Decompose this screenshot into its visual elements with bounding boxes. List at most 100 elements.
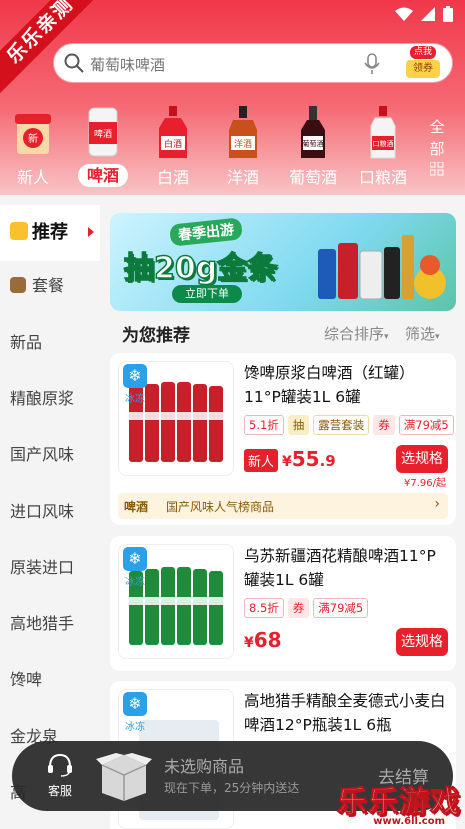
product-title[interactable]: 高地猎手精酿全麦德式小麦白啤酒12°P瓶装1L 6瓶 bbox=[244, 689, 450, 737]
product-title[interactable]: 乌苏新疆酒花精酿啤酒11°P罐装1L 6罐 bbox=[244, 544, 450, 592]
search-input[interactable]: 葡萄味啤酒 bbox=[90, 54, 165, 75]
sidebar-item-label: 国产风味 bbox=[10, 445, 75, 464]
coupon-bottom-label: 领券 bbox=[406, 60, 440, 78]
sidebar-item-label: 套餐 bbox=[32, 276, 65, 295]
active-arrow-icon bbox=[88, 227, 94, 237]
coupon-button[interactable]: 点我 领券 bbox=[404, 46, 442, 80]
sidebar-item-chanpi[interactable]: 馋啤 bbox=[0, 652, 100, 708]
category-label: 葡萄酒 bbox=[288, 168, 337, 187]
sidebar-item-label: 精酿原浆 bbox=[10, 389, 75, 408]
snowflake-icon: ❄ bbox=[123, 364, 147, 388]
all-categories-button[interactable]: 全部 bbox=[422, 116, 452, 182]
category-baijiu[interactable]: 白酒 白酒 bbox=[142, 100, 204, 190]
category-label: 啤酒 bbox=[78, 164, 128, 187]
frozen-badge: ❄ 冰冻 bbox=[121, 364, 149, 405]
site-url: www.6ll.com bbox=[373, 816, 445, 827]
header: 葡萄味啤酒 点我 领券 新 新人 啤酒 啤酒 白酒 白酒 洋酒 洋酒 葡萄酒 葡… bbox=[0, 0, 465, 195]
category-new[interactable]: 新 新人 bbox=[2, 100, 64, 190]
full-reduction-tag: 满79减5 bbox=[313, 598, 369, 618]
product-card[interactable]: ❄ 冰冻 馋啤原浆白啤酒（红罐）11°P罐装1L 6罐 5.1折 抽 露营套装 券… bbox=[110, 353, 456, 525]
filter-dropdown[interactable]: 筛选▾ bbox=[405, 323, 440, 344]
baijiu-bottle-icon: 白酒 bbox=[159, 106, 187, 158]
sidebar-item-highland[interactable]: 高地猎手 bbox=[0, 596, 100, 652]
category-label: 白酒 bbox=[156, 168, 189, 187]
discount-tag: 8.5折 bbox=[244, 598, 284, 618]
product-title[interactable]: 馋啤原浆白啤酒（红罐）11°P罐装1L 6罐 bbox=[244, 361, 450, 409]
promo-tags: 5.1折 抽 露营套装 券 满79减5 bbox=[244, 415, 454, 435]
snowflake-icon: ❄ bbox=[123, 547, 147, 571]
svg-text:新: 新 bbox=[28, 132, 38, 145]
select-spec-button[interactable]: 选规格 bbox=[396, 445, 448, 473]
promo-tags: 8.5折 券 满79减5 bbox=[244, 598, 369, 618]
headset-icon bbox=[48, 753, 72, 777]
svg-text:洋酒: 洋酒 bbox=[234, 138, 252, 150]
coupon-top-label: 点我 bbox=[410, 46, 436, 59]
svg-text:白酒: 白酒 bbox=[164, 138, 182, 150]
unit-price: ¥7.96/起 bbox=[404, 478, 446, 489]
sidebar-item-imported-flavor[interactable]: 进口风味 bbox=[0, 484, 100, 540]
product-image: ❄ 冰冻 bbox=[118, 544, 234, 659]
select-spec-button[interactable]: 选规格 bbox=[396, 628, 448, 656]
thumb-up-icon bbox=[10, 222, 28, 240]
sidebar-item-label: 高地猎手 bbox=[10, 614, 75, 633]
new-user-gift-icon: 新 bbox=[15, 114, 51, 154]
price: ¥68 bbox=[244, 628, 282, 652]
main-content: 春季出游 抽20g金条 立即下单 为您推荐 综合排序▾ 筛选▾ ❄ 冰冻 馋啤原… bbox=[100, 205, 465, 829]
cart-status: 未选购商品 bbox=[164, 757, 245, 776]
microphone-icon[interactable] bbox=[364, 53, 380, 75]
full-reduction-tag: 满79减5 bbox=[398, 415, 454, 435]
category-foreign-liquor[interactable]: 洋酒 洋酒 bbox=[212, 100, 274, 190]
category-wine[interactable]: 葡萄酒 葡萄酒 bbox=[282, 100, 344, 190]
sidebar-item-recommend[interactable]: 推荐 bbox=[0, 205, 100, 261]
ranking-bar[interactable]: 啤酒 国产风味人气榜商品 › bbox=[118, 493, 448, 519]
rank-text: 国产风味人气榜商品 bbox=[166, 500, 275, 514]
price-row: 新人 ¥55.9 bbox=[244, 447, 336, 472]
sidebar: 推荐 套餐 新品 精酿原浆 国产风味 进口风味 原装进口 高地猎手 馋啤 金龙泉… bbox=[0, 205, 100, 829]
banner-headline: 抽20g金条 bbox=[123, 250, 278, 287]
product-image: ❄ 冰冻 bbox=[118, 361, 234, 476]
category-daily-liquor[interactable]: 口粮酒 口粮酒 bbox=[352, 100, 414, 190]
sidebar-item-label: 进口风味 bbox=[10, 502, 75, 521]
liquor-bottle-icon: 口粮酒 bbox=[370, 106, 396, 159]
category-label: 洋酒 bbox=[226, 168, 259, 187]
site-watermark: 乐乐游戏 bbox=[337, 786, 461, 820]
category-beer[interactable]: 啤酒 啤酒 bbox=[72, 100, 134, 190]
sidebar-item-original-import[interactable]: 原装进口 bbox=[0, 540, 100, 596]
chevron-right-icon: › bbox=[434, 496, 440, 512]
sidebar-item-label: 原装进口 bbox=[10, 558, 75, 577]
caret-down-icon: ▾ bbox=[384, 332, 389, 342]
all-categories-label: 全部 bbox=[429, 118, 445, 158]
beer-products-image bbox=[318, 235, 446, 300]
promo-banner[interactable]: 春季出游 抽20g金条 立即下单 bbox=[110, 213, 456, 311]
filter-label: 筛选 bbox=[405, 325, 436, 343]
svg-text:啤酒: 啤酒 bbox=[94, 128, 112, 140]
grid-icon bbox=[429, 161, 444, 176]
sort-dropdown[interactable]: 综合排序▾ bbox=[324, 323, 389, 344]
customer-service-button[interactable]: 客服 bbox=[40, 753, 80, 799]
sidebar-item-craft[interactable]: 精酿原浆 bbox=[0, 371, 100, 427]
battery-icon bbox=[443, 6, 453, 22]
category-row: 新 新人 啤酒 啤酒 白酒 白酒 洋酒 洋酒 葡萄酒 葡萄酒 口粮酒 口粮酒 bbox=[0, 100, 465, 190]
sidebar-item-new[interactable]: 新品 bbox=[0, 315, 100, 371]
frozen-label: 冰冻 bbox=[125, 577, 145, 588]
snowflake-icon: ❄ bbox=[123, 692, 147, 716]
svg-text:口粮酒: 口粮酒 bbox=[373, 139, 394, 148]
frozen-label: 冰冻 bbox=[125, 722, 145, 733]
sidebar-item-label: 新品 bbox=[10, 333, 43, 352]
frozen-badge: ❄ 冰冻 bbox=[121, 692, 149, 733]
sort-label: 综合排序 bbox=[324, 325, 385, 343]
beer-can-icon: 啤酒 bbox=[88, 107, 118, 157]
whisky-bottle-icon: 洋酒 bbox=[229, 106, 257, 158]
caret-down-icon: ▾ bbox=[435, 332, 440, 342]
empty-cart-box-icon bbox=[96, 753, 152, 801]
sidebar-item-domestic[interactable]: 国产风味 bbox=[0, 427, 100, 483]
category-label: 口粮酒 bbox=[358, 168, 407, 187]
sidebar-item-combo[interactable]: 套餐 bbox=[0, 258, 100, 314]
search-bar[interactable]: 葡萄味啤酒 点我 领券 bbox=[53, 43, 453, 83]
customer-service-label: 客服 bbox=[47, 784, 72, 798]
discount-tag: 5.1折 bbox=[244, 415, 284, 435]
product-card[interactable]: ❄ 冰冻 乌苏新疆酒花精酿啤酒11°P罐装1L 6罐 8.5折 券 满79减5 ¥… bbox=[110, 536, 456, 671]
coupon-tag: 券 bbox=[287, 598, 310, 618]
banner-cta-button[interactable]: 立即下单 bbox=[172, 285, 242, 303]
recommend-title: 为您推荐 bbox=[122, 326, 190, 346]
